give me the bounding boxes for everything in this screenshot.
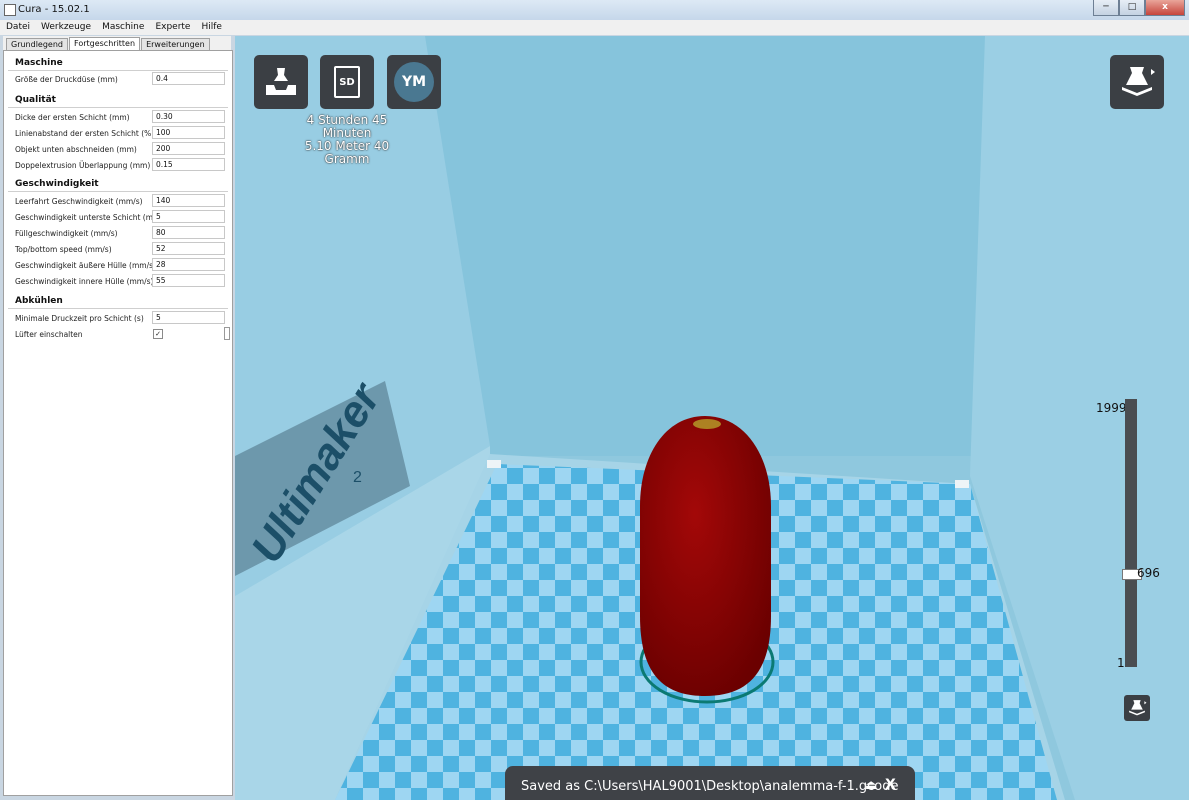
close-button[interactable]: x xyxy=(1145,0,1185,16)
initial-layer-thickness-label: Dicke der ersten Schicht (mm) xyxy=(15,113,130,122)
load-model-button[interactable] xyxy=(254,55,308,109)
settings-body: Maschine Größe der Druckdüse (mm) 0.4 Qu… xyxy=(3,50,233,796)
outer-shell-speed-input[interactable]: 28 xyxy=(152,258,225,271)
enable-fan-label: Lüfter einschalten xyxy=(15,330,83,339)
bottom-layer-speed-label: Geschwindigkeit unterste Schicht (mm/s) xyxy=(15,213,170,222)
inner-shell-speed-input[interactable]: 55 xyxy=(152,274,225,287)
layer-view-button[interactable] xyxy=(1124,695,1150,721)
section-title-maschine: Maschine xyxy=(15,58,63,68)
travel-speed-input[interactable]: 140 xyxy=(152,194,225,207)
min-layer-time-input[interactable]: 5 xyxy=(152,311,225,324)
top-bottom-speed-label: Top/bottom speed (mm/s) xyxy=(15,245,112,254)
nozzle-size-label: Größe der Druckdüse (mm) xyxy=(15,75,118,84)
model-top-layer xyxy=(693,419,721,429)
layer-slider[interactable] xyxy=(1122,399,1142,667)
initial-layer-width-input[interactable]: 100 xyxy=(152,126,225,139)
cut-off-object-bottom-input[interactable]: 200 xyxy=(152,142,225,155)
section-divider xyxy=(8,308,228,309)
layer-min-label: 1 xyxy=(1117,656,1125,670)
ultimaker-logo-sup: 2 xyxy=(353,469,362,486)
section-divider xyxy=(8,107,228,108)
enable-fan-checkbox[interactable]: ✓ xyxy=(153,329,163,339)
infill-speed-input[interactable]: 80 xyxy=(152,226,225,239)
infill-speed-label: Füllgeschwindigkeit (mm/s) xyxy=(15,229,118,238)
initial-layer-thickness-input[interactable]: 0.30 xyxy=(152,110,225,123)
save-notification: Saved as C:\Users\HAL9001\Desktop\analem… xyxy=(505,766,915,800)
outer-shell-speed-label: Geschwindigkeit äußere Hülle (mm/s) xyxy=(15,261,156,270)
travel-speed-label: Leerfahrt Geschwindigkeit (mm/s) xyxy=(15,197,143,206)
title-bar: Cura - 15.02.1 ─ □ x xyxy=(0,0,1189,21)
plate-clip xyxy=(955,480,969,488)
dual-extrusion-overlap-input[interactable]: 0.15 xyxy=(152,158,225,171)
menu-hilfe[interactable]: Hilfe xyxy=(195,20,226,35)
menu-experte[interactable]: Experte xyxy=(149,20,195,35)
cura-window: Cura - 15.02.1 ─ □ x Datei Werkzeuge Mas… xyxy=(0,0,1189,800)
save-message: Saved as C:\Users\HAL9001\Desktop\analem… xyxy=(521,779,899,794)
printed-model[interactable] xyxy=(640,416,771,696)
youmagine-button[interactable]: YM xyxy=(387,55,441,109)
window-controls: ─ □ x xyxy=(1093,0,1185,16)
settings-scrollbar[interactable] xyxy=(224,327,230,340)
section-divider xyxy=(8,70,228,71)
sd-card-icon: SD xyxy=(334,66,360,98)
nozzle-size-input[interactable]: 0.4 xyxy=(152,72,225,85)
section-title-abkuehlen: Abkühlen xyxy=(15,296,63,306)
print-info: 4 Stunden 45 Minuten 5.10 Meter 40 Gramm xyxy=(283,114,411,166)
save-to-sd-button[interactable]: SD xyxy=(320,55,374,109)
layer-view-icon xyxy=(1129,700,1147,716)
minimize-button[interactable]: ─ xyxy=(1093,0,1119,16)
view-mode-icon xyxy=(1122,67,1155,96)
menu-bar: Datei Werkzeuge Maschine Experte Hilfe xyxy=(0,20,1189,35)
section-title-geschwindigkeit: Geschwindigkeit xyxy=(15,179,99,189)
window-title: Cura - 15.02.1 xyxy=(18,4,90,15)
menu-datei[interactable]: Datei xyxy=(0,20,35,35)
initial-layer-width-label: Linienabstand der ersten Schicht (%) xyxy=(15,129,155,138)
eject-icon[interactable]: ⏏ xyxy=(865,778,877,793)
load-model-icon xyxy=(266,68,296,95)
section-title-qualitaet: Qualität xyxy=(15,95,56,105)
top-bottom-speed-input[interactable]: 52 xyxy=(152,242,225,255)
section-divider xyxy=(8,191,228,192)
print-time: 4 Stunden 45 Minuten xyxy=(306,113,388,140)
plate-clip xyxy=(487,460,501,468)
print-material: 5.10 Meter 40 Gramm xyxy=(304,139,390,166)
3d-viewport[interactable]: Ultimaker 2 SD YM 4 Stunden 45 Minuten 5… xyxy=(235,36,1189,800)
menu-werkzeuge[interactable]: Werkzeuge xyxy=(35,20,96,35)
tab-fortgeschritten[interactable]: Fortgeschritten xyxy=(69,37,141,50)
back-wall xyxy=(425,36,985,456)
inner-shell-speed-label: Geschwindigkeit innere Hülle (mm/s) xyxy=(15,277,154,286)
bottom-layer-speed-input[interactable]: 5 xyxy=(152,210,225,223)
menu-maschine[interactable]: Maschine xyxy=(96,20,149,35)
layer-max-label: 1999 xyxy=(1096,401,1127,415)
cut-off-object-bottom-label: Objekt unten abschneiden (mm) xyxy=(15,145,137,154)
dual-extrusion-overlap-label: Doppelextrusion Überlappung (mm) xyxy=(15,161,151,170)
min-layer-time-label: Minimale Druckzeit pro Schicht (s) xyxy=(15,314,144,323)
layer-current-label: 696 xyxy=(1137,565,1160,580)
view-mode-button[interactable] xyxy=(1110,55,1164,109)
settings-panel: Grundlegend Fortgeschritten Erweiterunge… xyxy=(3,36,233,796)
maximize-button[interactable]: □ xyxy=(1119,0,1145,16)
youmagine-icon: YM xyxy=(394,62,434,102)
app-icon xyxy=(4,4,16,16)
close-notification-button[interactable]: X xyxy=(885,777,896,793)
